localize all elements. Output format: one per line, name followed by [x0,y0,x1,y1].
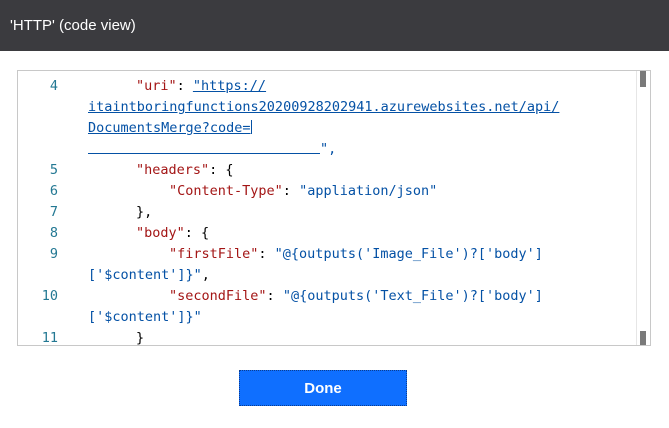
code-text: "secondFile": "@{outputs('Text_File')?['… [58,286,630,307]
punctuation: : [201,71,217,73]
json-value: "@{outputs('Text_File')?['body'] [282,288,543,304]
punctuation: , [201,267,210,283]
punctuation: : { [184,225,210,241]
code-text: ", [58,139,630,160]
line-number [18,265,58,286]
code-text: "headers": { [58,160,630,181]
line-number [18,97,58,118]
code-text: } [58,328,630,346]
uri-wrap-text: DocumentsMerge?code= [88,120,251,136]
redacted-code-value [88,139,320,154]
code-line: 9 "firstFile": "@{outputs('Image_File')?[… [18,244,630,265]
uri-value: "https:// [192,78,267,94]
code-line: 4 "uri": "https:// [18,76,630,97]
line-number: 7 [49,204,58,220]
code-text: ['$content']}" [58,307,630,328]
line-number: 9 [49,246,58,262]
code-line: DocumentsMerge?code= [18,118,630,139]
code-line: 10 "secondFile": "@{outputs('Text_File')?… [18,286,630,307]
json-value: "@{outputs('Image_File')?['body'] [274,246,543,262]
punctuation: : [282,183,300,199]
scrollbar-thumb-top[interactable] [640,71,646,87]
json-key: "headers" [136,162,210,178]
string-continuation: ['$content']}" [88,267,202,283]
dialog-title: 'HTTP' (code view) [10,17,136,34]
json-key: "body" [136,225,185,241]
code-text: "uri": "https:// [58,76,630,97]
json-key: "Content-Type" [169,183,283,199]
code-content[interactable]: 3"method": "POST",4"uri": "https://itain… [18,71,630,346]
json-key: "uri" [136,78,177,94]
punctuation: : [266,288,283,304]
punctuation: : [258,246,275,262]
vertical-scrollbar[interactable] [636,71,650,345]
code-line: itaintboringfunctions20200928202941.azur… [18,97,630,118]
scrollbar-thumb-bottom[interactable] [640,331,646,345]
text-cursor [250,120,252,134]
string-close: ", [320,141,337,157]
line-number: 11 [41,330,58,346]
punctuation: }, [136,204,153,220]
code-view-dialog: 'HTTP' (code view) 3"method": "POST",4"u… [0,0,669,428]
punctuation: : [176,78,193,94]
code-line: 11} [18,328,630,346]
line-number [18,118,58,139]
code-line: 5 "headers": { [18,160,630,181]
code-line: 7}, [18,202,630,223]
code-text: ['$content']}", [58,265,630,286]
uri-wrap-text: itaintboringfunctions20200928202941.azur… [88,99,560,115]
code-line: 8 "body": { [18,223,630,244]
line-number: 6 [49,183,58,199]
punctuation: : { [209,162,234,178]
code-line: ['$content']}" [18,307,630,328]
code-text: "Content-Type": "appliation/json" [58,181,630,202]
code-text: itaintboringfunctions20200928202941.azur… [58,97,630,118]
punctuation: , [266,71,274,73]
code-text: "body": { [58,223,630,244]
code-line: ", [18,139,630,160]
line-number: 10 [41,288,58,304]
line-number: 8 [49,225,58,241]
json-key: "secondFile" [169,288,267,304]
json-value: "appliation/json" [299,183,438,199]
punctuation: } [136,330,145,346]
line-number [18,307,58,328]
line-number: 5 [49,162,58,178]
dialog-title-bar: 'HTTP' (code view) [0,0,669,51]
code-text: "firstFile": "@{outputs('Image_File')?['… [58,244,630,265]
code-editor[interactable]: 3"method": "POST",4"uri": "https://itain… [17,70,651,346]
code-text: DocumentsMerge?code= [58,118,630,139]
line-number: 4 [49,78,58,94]
json-key: "firstFile" [169,246,259,262]
code-line: 6 "Content-Type": "appliation/json" [18,181,630,202]
json-key: "method" [136,71,201,73]
json-value: "POST" [217,71,266,73]
done-button[interactable]: Done [239,370,407,406]
code-line: ['$content']}", [18,265,630,286]
string-continuation: ['$content']}" [88,309,202,325]
line-number [18,139,58,160]
code-text: }, [58,202,630,223]
